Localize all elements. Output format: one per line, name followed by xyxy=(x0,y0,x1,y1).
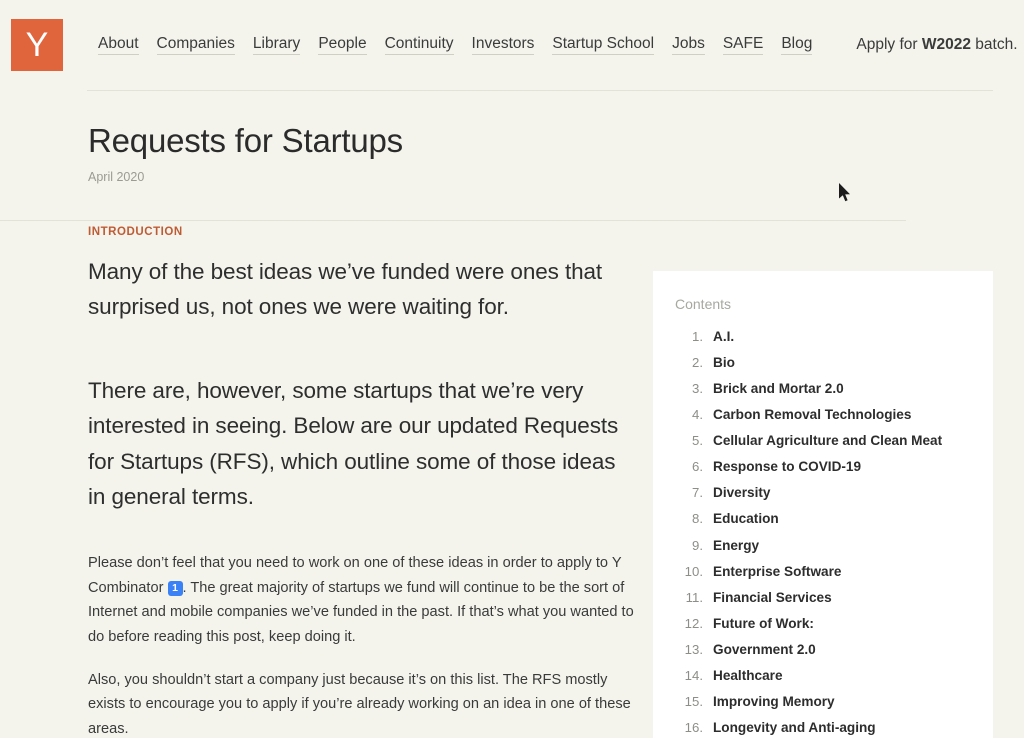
contents-item-label: Longevity and Anti-aging xyxy=(713,718,971,738)
contents-item-brick-and-mortar[interactable]: 3. Brick and Mortar 2.0 xyxy=(675,379,971,399)
contents-card: Contents 1. A.I. 2. Bio 3. Brick and Mor… xyxy=(653,271,993,738)
contents-item-financial-services[interactable]: 11. Financial Services xyxy=(675,588,971,608)
nav-link-library[interactable]: Library xyxy=(253,35,300,55)
contents-item-number: 8. xyxy=(675,509,703,529)
nav-link-continuity[interactable]: Continuity xyxy=(385,35,454,55)
body-paragraph-2: Also, you shouldn’t start a company just… xyxy=(88,668,634,738)
contents-item-label: Education xyxy=(713,509,971,529)
contents-item-healthcare[interactable]: 14. Healthcare xyxy=(675,666,971,686)
contents-item-label: Financial Services xyxy=(713,588,971,608)
contents-list: 1. A.I. 2. Bio 3. Brick and Mortar 2.0 4… xyxy=(675,327,971,738)
section-kicker: INTRODUCTION xyxy=(88,226,634,238)
contents-item-enterprise-software[interactable]: 10. Enterprise Software xyxy=(675,562,971,582)
contents-item-future-of-work[interactable]: 12. Future of Work: xyxy=(675,614,971,634)
contents-item-covid-response[interactable]: 6. Response to COVID-19 xyxy=(675,457,971,477)
contents-item-number: 11. xyxy=(675,588,703,608)
contents-item-number: 15. xyxy=(675,692,703,712)
lead-paragraph-2: There are, however, some startups that w… xyxy=(88,373,634,515)
contents-item-label: Improving Memory xyxy=(713,692,971,712)
contents-item-label: Future of Work: xyxy=(713,614,971,634)
contents-item-number: 14. xyxy=(675,666,703,686)
contents-item-number: 10. xyxy=(675,562,703,582)
yc-logo[interactable]: Y xyxy=(11,19,63,71)
contents-item-energy[interactable]: 9. Energy xyxy=(675,536,971,556)
nav-link-companies[interactable]: Companies xyxy=(157,35,235,55)
nav-link-about[interactable]: About xyxy=(98,35,139,55)
contents-item-label: Response to COVID-19 xyxy=(713,457,971,477)
contents-item-government[interactable]: 13. Government 2.0 xyxy=(675,640,971,660)
contents-item-number: 1. xyxy=(675,327,703,347)
contents-item-bio[interactable]: 2. Bio xyxy=(675,353,971,373)
contents-item-number: 6. xyxy=(675,457,703,477)
contents-item-label: Healthcare xyxy=(713,666,971,686)
site-header: Y About Companies Library People Continu… xyxy=(0,0,1024,90)
contents-item-label: Enterprise Software xyxy=(713,562,971,582)
nav-link-safe[interactable]: SAFE xyxy=(723,35,763,55)
contents-item-education[interactable]: 8. Education xyxy=(675,509,971,529)
contents-item-number: 4. xyxy=(675,405,703,425)
page-title: Requests for Startups xyxy=(88,121,1024,161)
contents-item-ai[interactable]: 1. A.I. xyxy=(675,327,971,347)
contents-item-number: 7. xyxy=(675,483,703,503)
apply-prefix: Apply for xyxy=(856,36,921,53)
primary-nav: About Companies Library People Continuit… xyxy=(98,35,812,55)
contents-heading: Contents xyxy=(675,296,971,312)
contents-item-diversity[interactable]: 7. Diversity xyxy=(675,483,971,503)
nav-link-blog[interactable]: Blog xyxy=(781,35,812,55)
title-divider xyxy=(0,220,906,221)
contents-item-cellular-agriculture[interactable]: 5. Cellular Agriculture and Clean Meat xyxy=(675,431,971,451)
title-block: Requests for Startups April 2020 xyxy=(0,90,1024,184)
contents-item-number: 5. xyxy=(675,431,703,451)
contents-item-number: 13. xyxy=(675,640,703,660)
contents-item-label: Energy xyxy=(713,536,971,556)
apply-suffix: batch. xyxy=(971,36,1018,53)
contents-item-number: 12. xyxy=(675,614,703,634)
contents-item-label: A.I. xyxy=(713,327,971,347)
lead-paragraph-1: Many of the best ideas we’ve funded were… xyxy=(88,254,634,325)
contents-item-improving-memory[interactable]: 15. Improving Memory xyxy=(675,692,971,712)
contents-item-label: Carbon Removal Technologies xyxy=(713,405,971,425)
contents-item-number: 3. xyxy=(675,379,703,399)
contents-item-longevity[interactable]: 16. Longevity and Anti-aging xyxy=(675,718,971,738)
apply-batch-text: Apply for W2022 batch. xyxy=(856,36,1017,54)
page-date: April 2020 xyxy=(88,170,1024,184)
contents-item-label: Cellular Agriculture and Clean Meat xyxy=(713,431,971,451)
nav-link-people[interactable]: People xyxy=(318,35,366,55)
nav-link-jobs[interactable]: Jobs xyxy=(672,35,705,55)
footnote-reference-1[interactable]: 1 xyxy=(168,581,183,596)
contents-item-carbon-removal[interactable]: 4. Carbon Removal Technologies xyxy=(675,405,971,425)
contents-item-label: Diversity xyxy=(713,483,971,503)
article-column: INTRODUCTION Many of the best ideas we’v… xyxy=(88,226,634,738)
contents-item-label: Government 2.0 xyxy=(713,640,971,660)
contents-item-number: 2. xyxy=(675,353,703,373)
nav-link-startup-school[interactable]: Startup School xyxy=(552,35,654,55)
body-paragraph-1: Please don’t feel that you need to work … xyxy=(88,551,634,650)
contents-item-number: 16. xyxy=(675,718,703,738)
contents-item-label: Brick and Mortar 2.0 xyxy=(713,379,971,399)
contents-item-number: 9. xyxy=(675,536,703,556)
apply-batch-code: W2022 xyxy=(922,36,971,53)
contents-item-label: Bio xyxy=(713,353,971,373)
nav-link-investors[interactable]: Investors xyxy=(472,35,535,55)
apply-cta-group: Apply for W2022 batch. Apply xyxy=(856,27,1024,63)
